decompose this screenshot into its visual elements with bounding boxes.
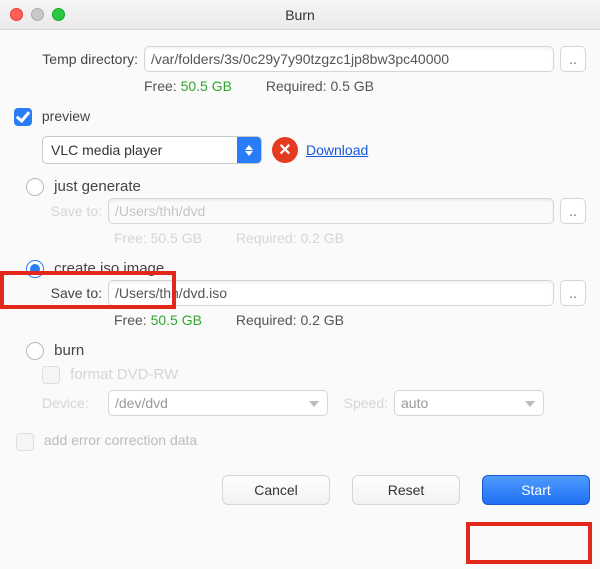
iso-req-value: 0.2 GB xyxy=(300,312,344,328)
jg-browse-button: .. xyxy=(560,198,586,224)
create-iso-option[interactable]: create iso image xyxy=(14,260,586,278)
temp-stats: Free: 50.5 GB Required: 0.5 GB xyxy=(144,78,586,94)
select-arrows-icon xyxy=(237,137,261,163)
iso-free-label: Free: xyxy=(114,312,147,328)
jg-stats: Free: 50.5 GB Required: 0.2 GB xyxy=(114,230,586,246)
device-value: /dev/dvd xyxy=(115,395,168,411)
burn-radio[interactable] xyxy=(26,342,44,360)
iso-stats: Free: 50.5 GB Required: 0.2 GB xyxy=(114,312,586,328)
device-select: /dev/dvd xyxy=(108,390,328,416)
temp-req-value: 0.5 GB xyxy=(330,78,374,94)
just-generate-option[interactable]: just generate xyxy=(14,178,586,196)
just-generate-label: just generate xyxy=(54,178,141,195)
temp-free-label: Free: xyxy=(144,78,177,94)
download-link[interactable]: Download xyxy=(306,142,368,158)
dialog-footer: Cancel Reset Start xyxy=(0,463,600,517)
iso-browse-button[interactable]: .. xyxy=(560,280,586,306)
preview-player-value: VLC media player xyxy=(43,142,237,158)
preview-checkbox[interactable] xyxy=(14,108,32,126)
create-iso-label: create iso image xyxy=(54,260,164,277)
create-iso-radio[interactable] xyxy=(26,260,44,278)
temp-directory-browse-button[interactable]: .. xyxy=(560,46,586,72)
jg-save-input xyxy=(108,198,554,224)
error-icon: ✕ xyxy=(272,137,298,163)
speed-label: Speed: xyxy=(334,395,388,411)
ecc-label: add error correction data xyxy=(44,432,197,448)
speed-select: auto xyxy=(394,390,544,416)
format-dvdrw-checkbox xyxy=(42,366,60,384)
temp-req-label: Required: xyxy=(266,78,327,94)
reset-button[interactable]: Reset xyxy=(352,475,460,505)
highlight-start xyxy=(466,522,592,564)
speed-value: auto xyxy=(401,395,428,411)
iso-req-label: Required: xyxy=(236,312,297,328)
just-generate-radio[interactable] xyxy=(26,178,44,196)
titlebar: Burn xyxy=(0,0,600,30)
cancel-button[interactable]: Cancel xyxy=(222,475,330,505)
jg-save-label: Save to: xyxy=(28,203,108,219)
start-button[interactable]: Start xyxy=(482,475,590,505)
format-dvdrw-label: format DVD-RW xyxy=(70,366,178,383)
temp-free-value: 50.5 GB xyxy=(181,78,232,94)
temp-directory-label: Temp directory: xyxy=(14,51,144,67)
iso-save-label: Save to: xyxy=(28,285,108,301)
iso-free-value: 50.5 GB xyxy=(151,312,202,328)
burn-label: burn xyxy=(54,342,84,359)
preview-label: preview xyxy=(42,108,90,124)
burn-option[interactable]: burn xyxy=(14,342,586,360)
preview-player-select[interactable]: VLC media player xyxy=(42,136,262,164)
temp-directory-input[interactable] xyxy=(144,46,554,72)
window-title: Burn xyxy=(0,7,600,23)
iso-save-input[interactable] xyxy=(108,280,554,306)
device-label: Device: xyxy=(42,395,102,411)
ecc-checkbox xyxy=(16,433,34,451)
